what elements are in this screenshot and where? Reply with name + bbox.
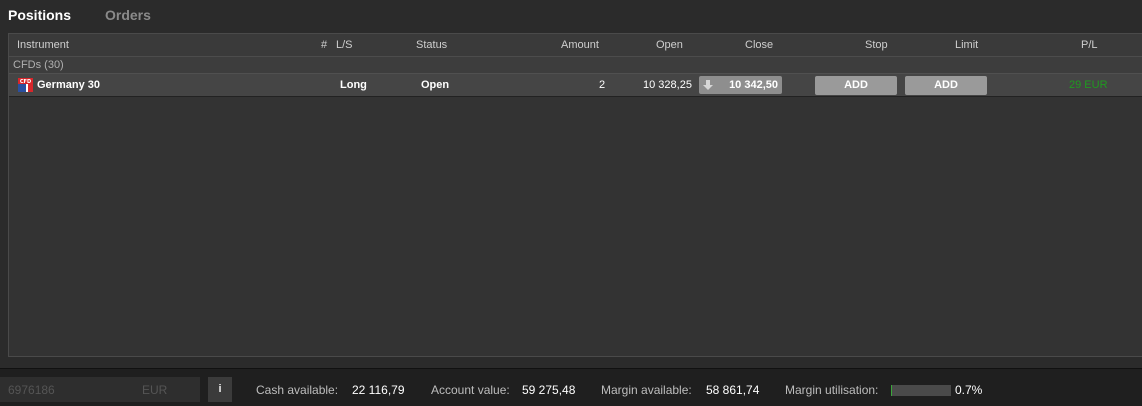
close-position-button[interactable]: 10 342,50 [699, 76, 782, 94]
table-header: Instrument # L/S Status Amount Open Clos… [9, 34, 1142, 57]
tab-orders[interactable]: Orders [105, 7, 151, 23]
cfd-flag-icon: CFD [18, 78, 33, 92]
positions-table: Instrument # L/S Status Amount Open Clos… [8, 33, 1142, 357]
cash-available-value: 22 116,79 [352, 383, 405, 397]
amount-value: 2 [599, 79, 606, 91]
account-value-value: 59 275,48 [522, 383, 576, 397]
account-value-label: Account value: [431, 383, 510, 397]
account-summary-bar: 6976186 EUR i Cash available: 22 116,79 … [0, 368, 1142, 406]
column-header-close[interactable]: Close [745, 39, 773, 51]
margin-utilisation-bar [891, 385, 951, 396]
add-limit-button[interactable]: ADD [905, 76, 987, 95]
status-value: Open [421, 79, 450, 91]
column-header-status[interactable]: Status [416, 39, 447, 51]
margin-available-value: 58 861,74 [706, 383, 760, 397]
column-header-pl[interactable]: P/L [1081, 39, 1098, 51]
column-header-limit[interactable]: Limit [955, 39, 978, 51]
svg-text:CFD: CFD [20, 79, 31, 85]
direction-value: Long [340, 79, 367, 91]
column-header-amount[interactable]: Amount [561, 39, 599, 51]
cash-available-label: Cash available: [256, 383, 339, 397]
column-header-open[interactable]: Open [656, 39, 683, 51]
group-label: CFDs (30) [13, 59, 64, 71]
margin-utilisation-value: 0.7% [955, 383, 983, 397]
open-price: 10 328,25 [643, 79, 692, 91]
margin-available-label: Margin available: [601, 383, 692, 397]
tab-bar: Positions Orders [0, 0, 1142, 32]
column-header-stop[interactable]: Stop [865, 39, 888, 51]
margin-utilisation-label: Margin utilisation: [785, 383, 879, 397]
account-selector[interactable]: 6976186 EUR [0, 377, 200, 402]
profit-loss-value: 29 EUR [1069, 79, 1108, 91]
column-header-direction[interactable]: L/S [336, 39, 353, 51]
instrument-name[interactable]: Germany 30 [37, 79, 100, 91]
add-stop-button[interactable]: ADD [815, 76, 897, 95]
account-currency: EUR [142, 383, 168, 397]
group-header-cfds[interactable]: CFDs (30) [9, 57, 1142, 73]
account-number: 6976186 [8, 383, 55, 397]
margin-utilisation-fill [891, 385, 893, 396]
column-header-instrument[interactable]: Instrument [17, 39, 69, 51]
close-price: 10 342,50 [729, 79, 778, 91]
table-row[interactable]: CFD Germany 30 Long Open 2 10 328,25 10 … [9, 73, 1142, 97]
arrow-down-icon [703, 80, 713, 90]
column-header-count[interactable]: # [321, 39, 327, 51]
tab-positions[interactable]: Positions [8, 7, 71, 23]
info-button[interactable]: i [208, 377, 232, 402]
